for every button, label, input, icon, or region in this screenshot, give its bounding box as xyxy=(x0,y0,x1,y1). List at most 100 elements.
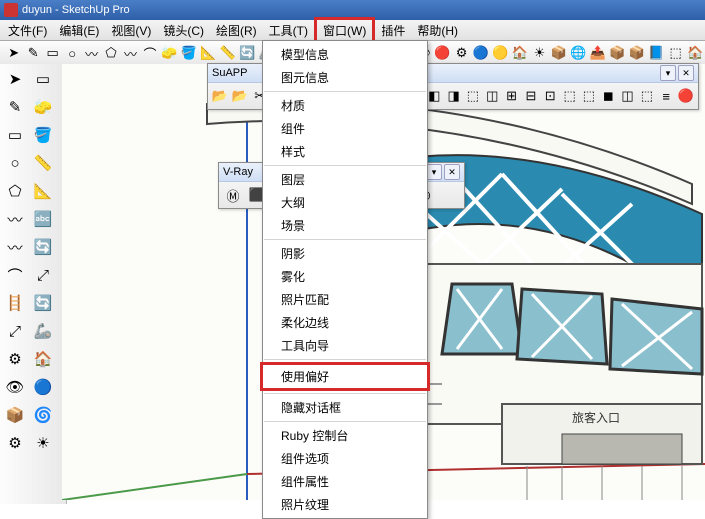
suapp-icon[interactable]: ≡ xyxy=(659,86,674,106)
menu-item[interactable]: 隐藏对话框 xyxy=(263,396,427,419)
menu-item[interactable]: 绘图(R) xyxy=(210,20,263,41)
tool-icon[interactable]: 🔄 xyxy=(30,290,56,316)
menu-item[interactable]: 工具(T) xyxy=(263,20,314,41)
suapp-icon[interactable]: 📂 xyxy=(212,86,228,106)
toolbar-icon[interactable]: 📤 xyxy=(589,43,606,63)
toolbar-icon[interactable]: 🌐 xyxy=(570,43,587,63)
toolbar-icon[interactable]: 〰 xyxy=(83,43,100,63)
menubar[interactable]: 文件(F)编辑(E)视图(V)镜头(C)绘图(R)工具(T)窗口(W)插件帮助(… xyxy=(0,20,705,41)
tool-icon[interactable]: 🔵 xyxy=(30,374,56,400)
tool-icon[interactable]: 🔤 xyxy=(30,206,56,232)
suapp-icon[interactable]: ⊞ xyxy=(504,86,519,106)
tool-icon[interactable]: 🏠 xyxy=(30,346,56,372)
menu-item[interactable]: 帮助(H) xyxy=(411,20,464,41)
menu-item[interactable]: 材质 xyxy=(263,94,427,117)
menu-item[interactable]: 雾化 xyxy=(263,265,427,288)
tool-icon[interactable]: ⚙ xyxy=(2,430,28,456)
menu-item[interactable]: 组件属性 xyxy=(263,470,427,493)
tool-icon[interactable]: 🧽 xyxy=(30,94,56,120)
suapp-icon[interactable]: ⬚ xyxy=(581,86,596,106)
menu-item[interactable]: 组件 xyxy=(263,117,427,140)
close-icon[interactable]: ✕ xyxy=(444,164,460,180)
tool-icon[interactable]: 🌀 xyxy=(30,402,56,428)
toolbar-icon[interactable]: 📦 xyxy=(609,43,626,63)
vray-icon[interactable]: Ⓜ xyxy=(223,185,243,205)
toolbar-icon[interactable]: ☀ xyxy=(531,43,548,63)
menu-item[interactable]: 工具向导 xyxy=(263,334,427,357)
menu-item[interactable]: 阴影 xyxy=(263,242,427,265)
suapp-icon[interactable]: ⬚ xyxy=(562,86,577,106)
tool-icon[interactable]: ⤢ xyxy=(30,262,56,288)
menu-item[interactable]: 照片匹配 xyxy=(263,288,427,311)
menu-item[interactable]: 柔化边线 xyxy=(263,311,427,334)
tool-icon[interactable]: ▭ xyxy=(30,66,56,92)
suapp-icon[interactable]: ◨ xyxy=(446,86,461,106)
toolbar-icon[interactable]: ⬠ xyxy=(102,43,119,63)
toolbar-icon[interactable]: 🔄 xyxy=(239,43,256,63)
toolbar-icon[interactable]: 🏠 xyxy=(686,43,703,63)
tool-icon[interactable]: 🪜 xyxy=(2,290,28,316)
toolbar-icon[interactable]: 🟡 xyxy=(492,43,509,63)
suapp-icon[interactable]: 🔴 xyxy=(678,86,694,106)
toolbar-icon[interactable]: 🪣 xyxy=(180,43,197,63)
suapp-icon[interactable]: ⬚ xyxy=(639,86,654,106)
tool-icon[interactable]: ☀ xyxy=(30,430,56,456)
toolbar-icon[interactable]: ▭ xyxy=(44,43,61,63)
toolbar-icon[interactable]: 🧽 xyxy=(161,43,178,63)
menu-item[interactable]: Ruby 控制台 xyxy=(263,424,427,447)
toolbar-icon[interactable]: ⌒ xyxy=(141,43,158,63)
suapp-icon[interactable]: ⊟ xyxy=(523,86,538,106)
toolbar-icon[interactable]: 📦 xyxy=(550,43,567,63)
tool-icon[interactable]: 🪣 xyxy=(30,122,56,148)
toolbar-icon[interactable]: ➤ xyxy=(5,43,22,63)
menu-item[interactable]: 大纲 xyxy=(263,191,427,214)
menu-item[interactable]: 图层 xyxy=(263,168,427,191)
tool-icon[interactable]: ✎ xyxy=(2,94,28,120)
menu-item[interactable]: 使用偏好 xyxy=(260,362,430,391)
tool-icon[interactable]: ⤢ xyxy=(2,318,28,344)
menu-item[interactable]: 文件(F) xyxy=(2,20,53,41)
tool-icon[interactable]: 📏 xyxy=(30,150,56,176)
tool-icon[interactable]: 📦 xyxy=(2,402,28,428)
minimize-icon[interactable]: ▾ xyxy=(660,65,676,81)
toolbar-icon[interactable]: 📘 xyxy=(647,43,664,63)
toolbar-icon[interactable]: ⚙ xyxy=(453,43,470,63)
menu-item[interactable]: 镜头(C) xyxy=(157,20,210,41)
tool-icon[interactable]: ⌒ xyxy=(2,262,28,288)
suapp-icon[interactable]: ◫ xyxy=(485,86,500,106)
toolbar-icon[interactable]: 🔵 xyxy=(472,43,489,63)
toolbar-icon[interactable]: ○ xyxy=(63,43,80,63)
toolbar-icon[interactable]: 🏠 xyxy=(511,43,528,63)
window-menu-dropdown[interactable]: 模型信息图元信息材质组件样式图层大纲场景阴影雾化照片匹配柔化边线工具向导使用偏好… xyxy=(262,40,428,519)
suapp-icon[interactable]: ⬚ xyxy=(465,86,480,106)
toolbar-icon[interactable]: ⬚ xyxy=(667,43,684,63)
menu-item[interactable]: 样式 xyxy=(263,140,427,163)
suapp-icon[interactable]: 📂 xyxy=(232,86,248,106)
left-toolbar[interactable]: ➤▭✎🧽▭🪣○📏⬠📐〰🔤〰🔄⌒⤢🪜🔄⤢🦾⚙🏠👁🔵📦🌀⚙☀ xyxy=(0,64,67,504)
tool-icon[interactable]: 〰 xyxy=(2,234,28,260)
suapp-icon[interactable]: ◼ xyxy=(601,86,616,106)
tool-icon[interactable]: ➤ xyxy=(2,66,28,92)
toolbar-icon[interactable]: 📦 xyxy=(628,43,645,63)
minimize-icon[interactable]: ▾ xyxy=(426,164,442,180)
menu-item[interactable]: 场景 xyxy=(263,214,427,237)
menu-item[interactable]: 图元信息 xyxy=(263,66,427,89)
toolbar-icon[interactable]: ✎ xyxy=(24,43,41,63)
tool-icon[interactable]: 🔄 xyxy=(30,234,56,260)
suapp-icon[interactable]: ◫ xyxy=(620,86,635,106)
toolbar-icon[interactable]: 〰 xyxy=(122,43,139,63)
menu-item[interactable]: 编辑(E) xyxy=(53,20,105,41)
close-icon[interactable]: ✕ xyxy=(678,65,694,81)
tool-icon[interactable]: ⬠ xyxy=(2,178,28,204)
menu-item[interactable]: 插件 xyxy=(375,20,411,41)
toolbar-icon[interactable]: 🔴 xyxy=(433,43,450,63)
tool-icon[interactable]: 📐 xyxy=(30,178,56,204)
toolbar-icon[interactable]: 📐 xyxy=(200,43,217,63)
toolbar-icon[interactable]: 📏 xyxy=(219,43,236,63)
menu-item[interactable]: 照片纹理 xyxy=(263,493,427,516)
tool-icon[interactable]: ○ xyxy=(2,150,28,176)
menu-item[interactable]: 模型信息 xyxy=(263,43,427,66)
tool-icon[interactable]: 〰 xyxy=(2,206,28,232)
tool-icon[interactable]: 👁 xyxy=(2,374,28,400)
suapp-icon[interactable]: ◧ xyxy=(427,86,442,106)
